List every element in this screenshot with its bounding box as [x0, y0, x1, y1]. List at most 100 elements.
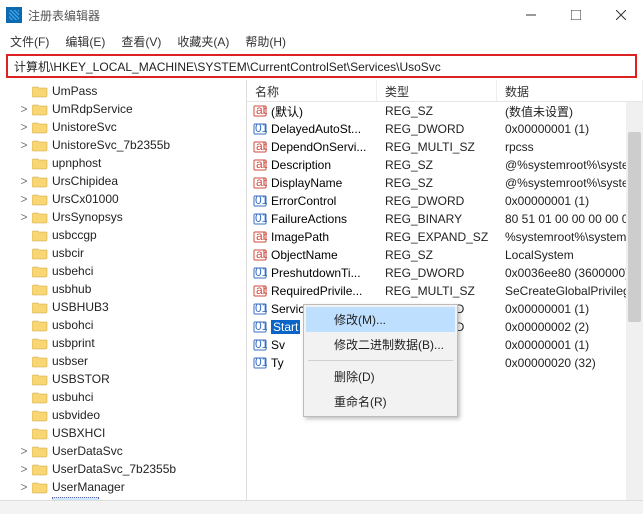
maximize-button[interactable] — [553, 0, 598, 30]
expand-icon[interactable]: > — [18, 138, 30, 152]
value-row[interactable]: abRequiredPrivile...REG_MULTI_SZSeCreate… — [247, 282, 643, 300]
value-icon: 011 — [253, 266, 267, 280]
tree-item[interactable]: >UserDataSvc — [0, 442, 246, 460]
tree-item[interactable]: upnphost — [0, 154, 246, 172]
value-name: ObjectName — [271, 248, 338, 262]
expand-icon[interactable]: > — [18, 192, 30, 206]
tree-item[interactable]: USBHUB3 — [0, 298, 246, 316]
folder-icon — [32, 120, 48, 134]
tree-item[interactable]: usbprint — [0, 334, 246, 352]
expand-icon[interactable]: > — [18, 444, 30, 458]
value-row[interactable]: 011PreshutdownTi...REG_DWORD0x0036ee80 (… — [247, 264, 643, 282]
ctx-rename[interactable]: 重命名(R) — [306, 389, 455, 414]
menu-favorites[interactable]: 收藏夹(A) — [171, 31, 235, 52]
tree-item[interactable]: USBXHCI — [0, 424, 246, 442]
close-button[interactable] — [598, 0, 643, 30]
vscroll-thumb[interactable] — [628, 132, 641, 322]
tree-item[interactable]: usbvideo — [0, 406, 246, 424]
svg-text:ab: ab — [256, 248, 267, 261]
tree-item[interactable]: >UnistoreSvc — [0, 118, 246, 136]
value-data: 0x0036ee80 (3600000) — [497, 266, 643, 280]
value-name: RequiredPrivile... — [271, 284, 362, 298]
minimize-button[interactable] — [508, 0, 553, 30]
value-data: 0x00000020 (32) — [497, 356, 643, 370]
value-row[interactable]: abDescriptionREG_SZ@%systemroot%\system3… — [247, 156, 643, 174]
value-data: 0x00000001 (1) — [497, 194, 643, 208]
folder-icon — [32, 444, 48, 458]
tree-item[interactable]: usbser — [0, 352, 246, 370]
ctx-modify[interactable]: 修改(M)... — [306, 307, 455, 332]
tree-item[interactable]: usbcir — [0, 244, 246, 262]
tree-label: usbohci — [52, 318, 93, 332]
svg-text:ab: ab — [256, 158, 267, 171]
folder-icon — [32, 174, 48, 188]
value-icon: 011 — [253, 356, 267, 370]
tree-item[interactable]: usbohci — [0, 316, 246, 334]
tree-pane[interactable]: UmPass>UmRdpService>UnistoreSvc>Unistore… — [0, 80, 247, 500]
value-name: Ty — [271, 356, 284, 370]
value-name: DisplayName — [271, 176, 342, 190]
ctx-delete[interactable]: 删除(D) — [306, 364, 455, 389]
tree-item[interactable]: UmPass — [0, 82, 246, 100]
value-row[interactable]: abDependOnServi...REG_MULTI_SZrpcss — [247, 138, 643, 156]
list-header: 名称 类型 数据 — [247, 80, 643, 102]
tree-item[interactable]: vUsoSvc — [0, 496, 246, 500]
expand-icon[interactable]: > — [18, 102, 30, 116]
value-row[interactable]: abObjectNameREG_SZLocalSystem — [247, 246, 643, 264]
vscrollbar[interactable] — [626, 102, 643, 500]
tree-item[interactable]: >UnistoreSvc_7b2355b — [0, 136, 246, 154]
value-type: REG_SZ — [377, 158, 497, 172]
tree-item[interactable]: >UrsCx01000 — [0, 190, 246, 208]
value-data: 0x00000001 (1) — [497, 302, 643, 316]
address-bar[interactable]: 计算机\HKEY_LOCAL_MACHINE\SYSTEM\CurrentCon… — [6, 54, 637, 78]
expand-icon[interactable]: > — [18, 210, 30, 224]
list-pane[interactable]: 名称 类型 数据 ab (默认) REG_SZ (数值未设置)011DelayedAu… — [247, 80, 643, 500]
menu-file[interactable]: 文件(F) — [4, 31, 55, 52]
folder-icon — [32, 480, 48, 494]
tree-item[interactable]: usbhub — [0, 280, 246, 298]
ctx-modify-binary[interactable]: 修改二进制数据(B)... — [306, 332, 455, 357]
value-name: Sv — [271, 338, 285, 352]
value-data: (数值未设置) — [497, 103, 643, 120]
address-text: 计算机\HKEY_LOCAL_MACHINE\SYSTEM\CurrentCon… — [14, 58, 441, 75]
menu-view[interactable]: 查看(V) — [115, 31, 167, 52]
tree-item[interactable]: usbccgp — [0, 226, 246, 244]
expand-icon[interactable]: v — [18, 498, 30, 500]
expand-icon[interactable]: > — [18, 174, 30, 188]
tree-item[interactable]: >UmRdpService — [0, 100, 246, 118]
tree-item[interactable]: usbehci — [0, 262, 246, 280]
value-name: PreshutdownTi... — [271, 266, 361, 280]
tree-item[interactable]: >UserManager — [0, 478, 246, 496]
ctx-separator — [308, 360, 453, 361]
tree-item[interactable]: USBSTOR — [0, 370, 246, 388]
col-data[interactable]: 数据 — [497, 80, 643, 101]
value-row[interactable]: 011FailureActionsREG_BINARY80 51 01 00 0… — [247, 210, 643, 228]
tree-item[interactable]: >UserDataSvc_7b2355b — [0, 460, 246, 478]
tree-item[interactable]: >UrsSynopsys — [0, 208, 246, 226]
value-row[interactable]: 011ErrorControlREG_DWORD0x00000001 (1) — [247, 192, 643, 210]
folder-icon — [32, 408, 48, 422]
value-row[interactable]: ab(默认)REG_SZ(数值未设置) — [247, 102, 643, 120]
expand-icon[interactable]: > — [18, 462, 30, 476]
window-buttons — [508, 0, 643, 30]
tree-item[interactable]: >UrsChipidea — [0, 172, 246, 190]
value-row[interactable]: 011DelayedAutoSt...REG_DWORD0x00000001 (… — [247, 120, 643, 138]
menu-edit[interactable]: 编辑(E) — [59, 31, 111, 52]
col-type[interactable]: 类型 — [377, 80, 497, 101]
menu-help[interactable]: 帮助(H) — [239, 31, 292, 52]
value-name: Start — [271, 320, 300, 334]
folder-icon — [32, 246, 48, 260]
value-type: REG_EXPAND_SZ — [377, 230, 497, 244]
svg-text:ab: ab — [256, 104, 267, 117]
expand-icon[interactable]: > — [18, 120, 30, 134]
value-name: (默认) — [271, 103, 303, 120]
tree-item[interactable]: usbuhci — [0, 388, 246, 406]
folder-icon — [32, 462, 48, 476]
value-row[interactable]: abDisplayNameREG_SZ@%systemroot%\system3… — [247, 174, 643, 192]
value-type: REG_DWORD — [377, 194, 497, 208]
expand-icon[interactable]: > — [18, 480, 30, 494]
status-bar — [0, 500, 643, 514]
col-name[interactable]: 名称 — [247, 80, 377, 101]
tree-label: usbccgp — [52, 228, 97, 242]
value-row[interactable]: abImagePathREG_EXPAND_SZ%systemroot%\sys… — [247, 228, 643, 246]
